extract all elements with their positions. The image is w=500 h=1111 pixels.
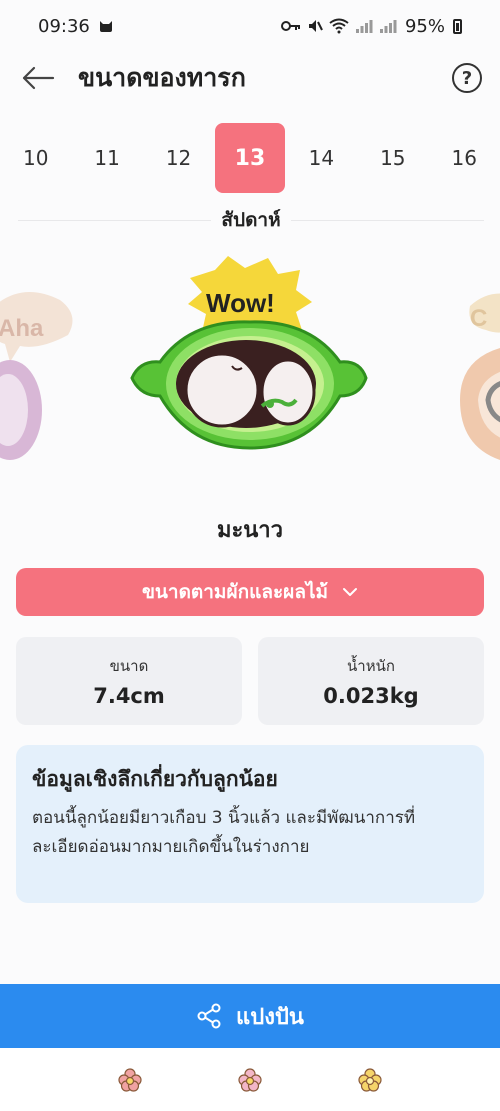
weight-card: น้ำหนัก 0.023kg: [258, 637, 484, 725]
arrow-left-icon: [22, 66, 55, 90]
flower-icon[interactable]: [118, 1067, 142, 1092]
insight-title: ข้อมูลเชิงลึกเกี่ยวกับลูกน้อย: [32, 767, 278, 791]
weight-label: น้ำหนัก: [347, 657, 395, 675]
week-item-12[interactable]: 12: [144, 123, 214, 193]
bottom-nav: [0, 1048, 500, 1111]
next-fruit-sticker[interactable]: C: [460, 293, 500, 461]
right-sticker-text: C: [470, 305, 487, 332]
divider-left: [18, 219, 212, 221]
share-button[interactable]: แปงปัน: [0, 984, 500, 1048]
signal-icon: [355, 20, 373, 33]
carousel-art: Aha Wow! C: [0, 256, 500, 461]
share-icon: [197, 1003, 221, 1029]
weight-value: 0.023kg: [323, 684, 419, 708]
previous-fruit-sticker[interactable]: Aha: [0, 292, 73, 460]
status-time: 09:36: [38, 15, 90, 37]
key-icon: [280, 21, 300, 31]
mute-icon: [308, 20, 323, 32]
status-bar: 09:36 95%: [0, 0, 500, 52]
flower-icon[interactable]: [238, 1067, 262, 1092]
battery-icon: [453, 18, 462, 34]
signal-icon-2: [379, 20, 397, 33]
divider-right: [290, 219, 485, 221]
question-circle-icon: ?: [461, 67, 473, 89]
week-item-16[interactable]: 16: [429, 123, 499, 193]
fruit-carousel[interactable]: Aha Wow! C: [0, 250, 500, 490]
week-selector: 10 11 12 13 14 15 16: [0, 123, 500, 193]
lime-baby-sticker: Wow!: [130, 256, 368, 450]
page-title: ขนาดของทารก: [78, 63, 246, 92]
wifi-icon: [329, 18, 349, 34]
status-left: 09:36: [38, 16, 114, 37]
size-comparison-label: ขนาดตามผักและผลไม้: [141, 581, 329, 603]
left-sticker-text: Aha: [0, 315, 44, 342]
fruit-name: มะนาว: [216, 518, 284, 543]
week-item-15[interactable]: 15: [358, 123, 428, 193]
size-comparison-dropdown[interactable]: ขนาดตามผักและผลไม้: [16, 568, 484, 616]
week-item-14[interactable]: 14: [286, 123, 356, 193]
baby-insight-card: ข้อมูลเชิงลึกเกี่ยวกับลูกน้อย ตอนนี้ลูกน…: [16, 745, 484, 903]
week-item-10[interactable]: 10: [1, 123, 71, 193]
size-label: ขนาด: [109, 657, 149, 675]
help-button[interactable]: ?: [452, 63, 482, 93]
week-caption: สัปดาห์: [221, 209, 281, 231]
flower-icon[interactable]: [358, 1067, 382, 1092]
back-button[interactable]: [18, 58, 58, 98]
chevron-down-icon: [343, 588, 358, 596]
battery-percent: 95%: [404, 15, 445, 37]
size-card: ขนาด 7.4cm: [16, 637, 242, 725]
app-header: ขนาดของทารก ?: [0, 52, 500, 104]
cat-notification-icon: [99, 21, 112, 32]
week-item-11[interactable]: 11: [72, 123, 142, 193]
insight-body: ตอนนี้ลูกน้อยมียาวเกือบ 3 นิ้วแล้ว และมี…: [32, 808, 416, 857]
week-item-13-selected[interactable]: 13: [214, 123, 285, 193]
size-value: 7.4cm: [93, 684, 165, 708]
week-caption-row: สัปดาห์: [18, 203, 485, 237]
wow-text: Wow!: [206, 288, 275, 318]
status-icons: [280, 18, 397, 34]
share-label: แปงปัน: [236, 1004, 304, 1030]
status-right: 95%: [280, 15, 462, 37]
